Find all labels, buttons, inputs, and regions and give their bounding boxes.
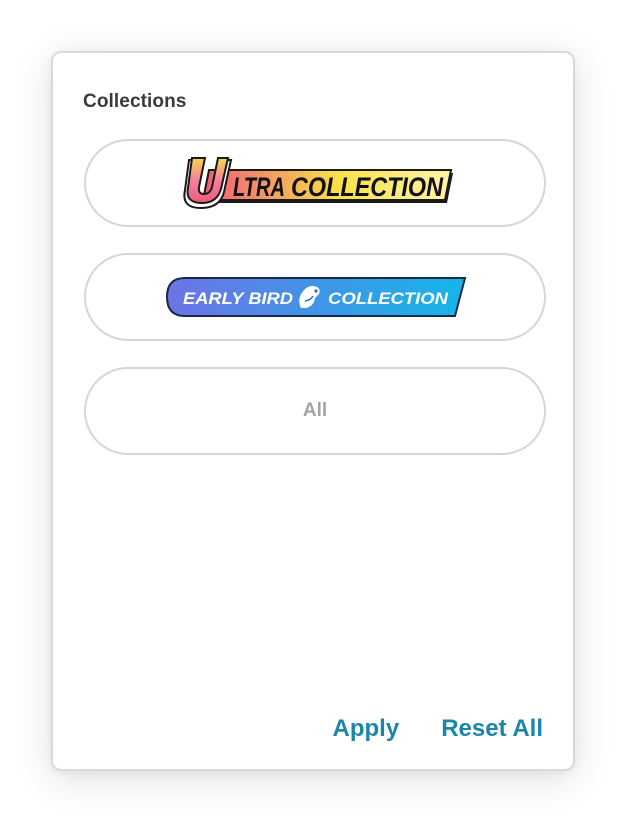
early-bird-logo-text-right: COLLECTION: [328, 289, 449, 308]
option-ultra-collection[interactable]: LTRA COLLECTION: [84, 139, 546, 227]
ultra-logo-text-collection: COLLECTION: [291, 172, 443, 202]
ultra-logo-text-ultra: LTRA: [233, 172, 285, 202]
collections-filter-panel: Collections LTRA COLLECTION EARLY BIRD C…: [51, 51, 575, 771]
option-all[interactable]: All: [84, 367, 546, 455]
section-title: Collections: [83, 91, 187, 112]
option-early-bird-collection[interactable]: EARLY BIRD COLLECTION: [84, 253, 546, 341]
early-bird-collection-logo-icon: EARLY BIRD COLLECTION: [165, 277, 467, 317]
early-bird-logo-text-left: EARLY BIRD: [183, 289, 293, 308]
apply-button[interactable]: Apply: [333, 715, 400, 743]
option-all-label: All: [302, 400, 328, 421]
action-bar: Apply Reset All: [333, 715, 543, 743]
reset-all-button[interactable]: Reset All: [441, 715, 543, 743]
ultra-collection-logo-icon: LTRA COLLECTION: [183, 157, 453, 210]
